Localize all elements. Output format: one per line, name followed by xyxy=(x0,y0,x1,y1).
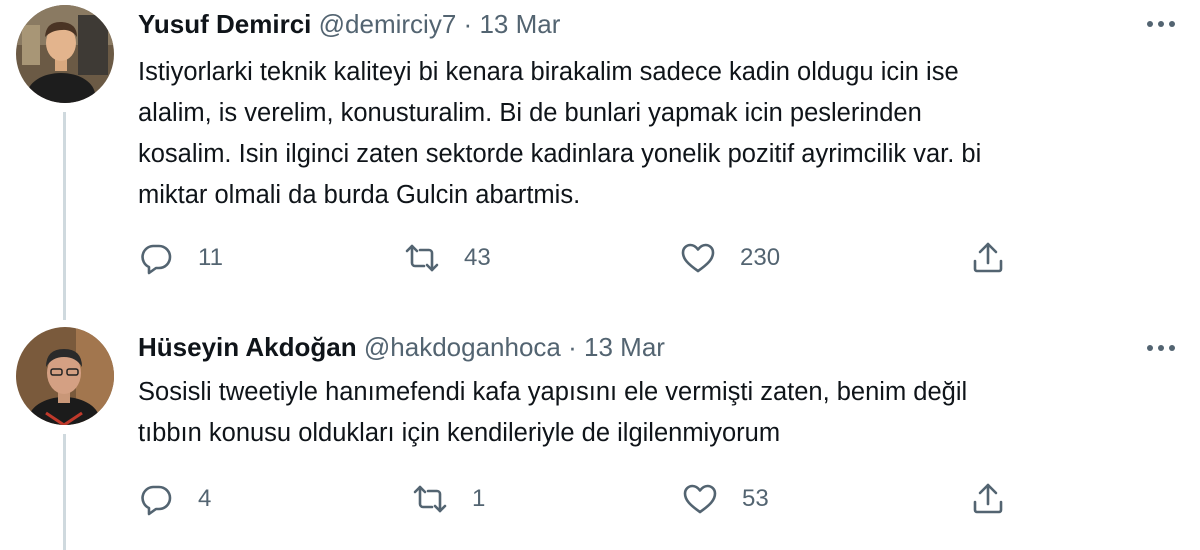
like-count: 230 xyxy=(740,244,781,271)
retweet-button[interactable]: 1 xyxy=(412,481,485,517)
heart-icon xyxy=(680,240,716,276)
like-count: 53 xyxy=(742,485,769,512)
share-icon xyxy=(970,481,1006,517)
reply-icon xyxy=(138,481,174,517)
share-button[interactable] xyxy=(970,481,1006,517)
tweet-text: Sosisli tweetiyle hanımefendi kafa yapıs… xyxy=(138,372,1168,454)
retweet-button[interactable]: 43 xyxy=(404,240,491,276)
tweet-date[interactable]: 13 Mar xyxy=(479,9,560,39)
more-options-icon[interactable] xyxy=(1144,336,1178,360)
like-button[interactable]: 53 xyxy=(682,481,769,517)
reply-count: 11 xyxy=(198,244,223,271)
retweet-count: 43 xyxy=(464,244,491,271)
share-button[interactable] xyxy=(970,240,1006,276)
more-options-icon[interactable] xyxy=(1144,12,1178,36)
reply-button[interactable]: 4 xyxy=(138,481,211,517)
retweet-count: 1 xyxy=(472,485,486,512)
user-handle[interactable]: @demirciy7 xyxy=(319,9,457,39)
tweet-text-line: tıbbın konusu oldukları için kendileriyl… xyxy=(138,419,781,447)
tweet-text-line: Sosisli tweetiyle hanımefendi kafa yapıs… xyxy=(138,378,968,406)
thread-line xyxy=(63,434,66,550)
tweet-header: Hüseyin Akdoğan @hakdoganhoca · 13 Mar xyxy=(138,332,665,363)
retweet-icon xyxy=(412,481,448,517)
tweet-text: Istiyorlarki teknik kaliteyi bi kenara b… xyxy=(138,52,1168,216)
tweet-text-line: Istiyorlarki teknik kaliteyi bi kenara b… xyxy=(138,58,959,86)
tweet-header: Yusuf Demirci @demirciy7 · 13 Mar xyxy=(138,9,560,40)
tweet-text-line: alalim, is verelim, konusturalim. Bi de … xyxy=(138,99,922,127)
separator-dot: · xyxy=(568,332,577,362)
display-name[interactable]: Hüseyin Akdoğan xyxy=(138,332,357,362)
retweet-icon xyxy=(404,240,440,276)
tweet[interactable]: Hüseyin Akdoğan @hakdoganhoca · 13 Mar S… xyxy=(0,320,1200,550)
heart-icon xyxy=(682,481,718,517)
avatar[interactable] xyxy=(16,5,114,103)
reply-icon xyxy=(138,240,174,276)
thread-line xyxy=(63,112,66,320)
tweet-text-line: miktar olmali da burda Gulcin abartmis. xyxy=(138,181,581,209)
tweet-text-line: kosalim. Isin ilginci zaten sektorde kad… xyxy=(138,140,982,168)
tweet-date[interactable]: 13 Mar xyxy=(584,332,665,362)
avatar[interactable] xyxy=(16,327,114,425)
like-button[interactable]: 230 xyxy=(680,240,780,276)
user-handle[interactable]: @hakdoganhoca xyxy=(364,332,561,362)
tweet[interactable]: Yusuf Demirci @demirciy7 · 13 Mar Istiyo… xyxy=(0,0,1200,320)
reply-button[interactable]: 11 xyxy=(138,240,223,276)
reply-count: 4 xyxy=(198,485,212,512)
display-name[interactable]: Yusuf Demirci xyxy=(138,9,311,39)
separator-dot: · xyxy=(463,9,473,39)
share-icon xyxy=(970,240,1006,276)
